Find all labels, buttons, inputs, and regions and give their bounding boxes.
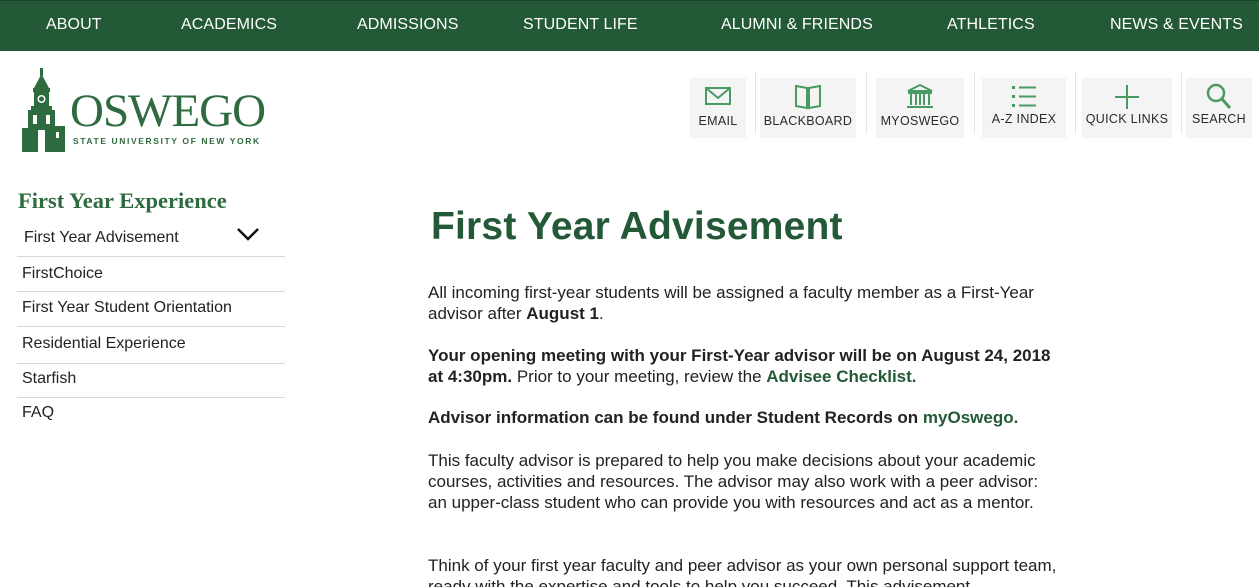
plus-icon: [1115, 85, 1139, 109]
chevron-down-icon[interactable]: [236, 226, 260, 242]
advisor-info-emphasis: Advisor information can be found under S…: [428, 408, 923, 427]
advisee-checklist-link[interactable]: Advisee Checklist: [766, 367, 912, 386]
open-book-icon: [795, 84, 821, 110]
clock-tower-icon: [22, 68, 65, 152]
nav-academics[interactable]: ACADEMICS: [181, 16, 277, 34]
nav-admissions[interactable]: ADMISSIONS: [357, 16, 458, 34]
sidebar-item-firstchoice[interactable]: FirstChoice: [17, 257, 285, 292]
divider: [866, 72, 867, 134]
sidebar-item-starfish[interactable]: Starfish: [17, 364, 285, 398]
advisor-info-paragraph: Advisor information can be found under S…: [428, 407, 1068, 428]
search-label: SEARCH: [1192, 112, 1246, 126]
divider: [974, 72, 975, 134]
search-button[interactable]: SEARCH: [1186, 78, 1252, 138]
intro-paragraph: All incoming first-year students will be…: [428, 282, 1048, 324]
quick-links-label: QUICK LINKS: [1085, 112, 1169, 126]
nav-alumni-friends[interactable]: ALUMNI & FRIENDS: [721, 16, 873, 34]
search-icon: [1206, 83, 1232, 109]
blackboard-label: BLACKBOARD: [763, 114, 853, 128]
quick-links-button[interactable]: QUICK LINKS: [1082, 78, 1172, 138]
meeting-paragraph: Your opening meeting with your First-Yea…: [428, 345, 1053, 387]
building-columns-icon: [907, 83, 933, 108]
oswego-logo[interactable]: OSWEGO STATE UNIVERSITY OF NEW YORK: [20, 68, 270, 156]
logo-subtitle: STATE UNIVERSITY OF NEW YORK: [73, 136, 261, 146]
sidebar-item-faq[interactable]: FAQ: [17, 398, 285, 432]
sidebar-item-label: First Year Advisement: [24, 229, 179, 246]
divider: [1075, 72, 1076, 134]
text: Prior to your meeting, review the: [512, 367, 767, 386]
nav-news-events[interactable]: NEWS & EVENTS: [1110, 16, 1243, 34]
nav-athletics[interactable]: ATHLETICS: [947, 16, 1035, 34]
text: .: [599, 304, 604, 323]
az-index-link[interactable]: A-Z INDEX: [982, 78, 1066, 138]
support-team-paragraph: Think of your first year faculty and pee…: [428, 556, 1057, 587]
divider: [755, 72, 756, 134]
text: .: [1013, 408, 1019, 427]
myoswego-label: MYOSWEGO: [880, 114, 960, 128]
date-emphasis: August 1: [526, 304, 599, 323]
top-navigation-bar: ABOUT ACADEMICS ADMISSIONS STUDENT LIFE …: [0, 0, 1259, 51]
text: All incoming first-year students will be…: [428, 283, 1034, 323]
sidebar-item-residential-experience[interactable]: Residential Experience: [17, 327, 285, 364]
divider: [1181, 72, 1182, 134]
envelope-icon: [705, 87, 731, 105]
blackboard-link[interactable]: BLACKBOARD: [760, 78, 856, 138]
nav-about[interactable]: ABOUT: [46, 16, 102, 34]
az-index-label: A-Z INDEX: [991, 112, 1057, 126]
list-icon: [1012, 86, 1036, 107]
sidebar-item-label: First Year Student Orientation: [22, 299, 232, 316]
sidebar-item-label: Residential Experience: [22, 335, 186, 352]
advisor-description-paragraph: This faculty advisor is prepared to help…: [428, 451, 1039, 512]
text: .: [911, 367, 917, 386]
email-label: EMAIL: [698, 114, 738, 128]
sidebar-item-label: FAQ: [22, 404, 55, 421]
nav-student-life[interactable]: STUDENT LIFE: [523, 16, 638, 34]
email-link[interactable]: EMAIL: [690, 78, 746, 138]
logo-wordmark: OSWEGO: [70, 85, 266, 137]
sidebar-item-label: FirstChoice: [22, 265, 103, 282]
sidebar-item-label: Starfish: [22, 370, 77, 387]
page-title: First Year Advisement: [431, 205, 843, 248]
sidebar-title[interactable]: First Year Experience: [18, 188, 227, 214]
sidebar-item-orientation[interactable]: First Year Student Orientation: [17, 292, 285, 327]
myoswego-link[interactable]: MYOSWEGO: [876, 78, 964, 138]
myoswego-link-inline[interactable]: myOswego: [923, 408, 1014, 427]
